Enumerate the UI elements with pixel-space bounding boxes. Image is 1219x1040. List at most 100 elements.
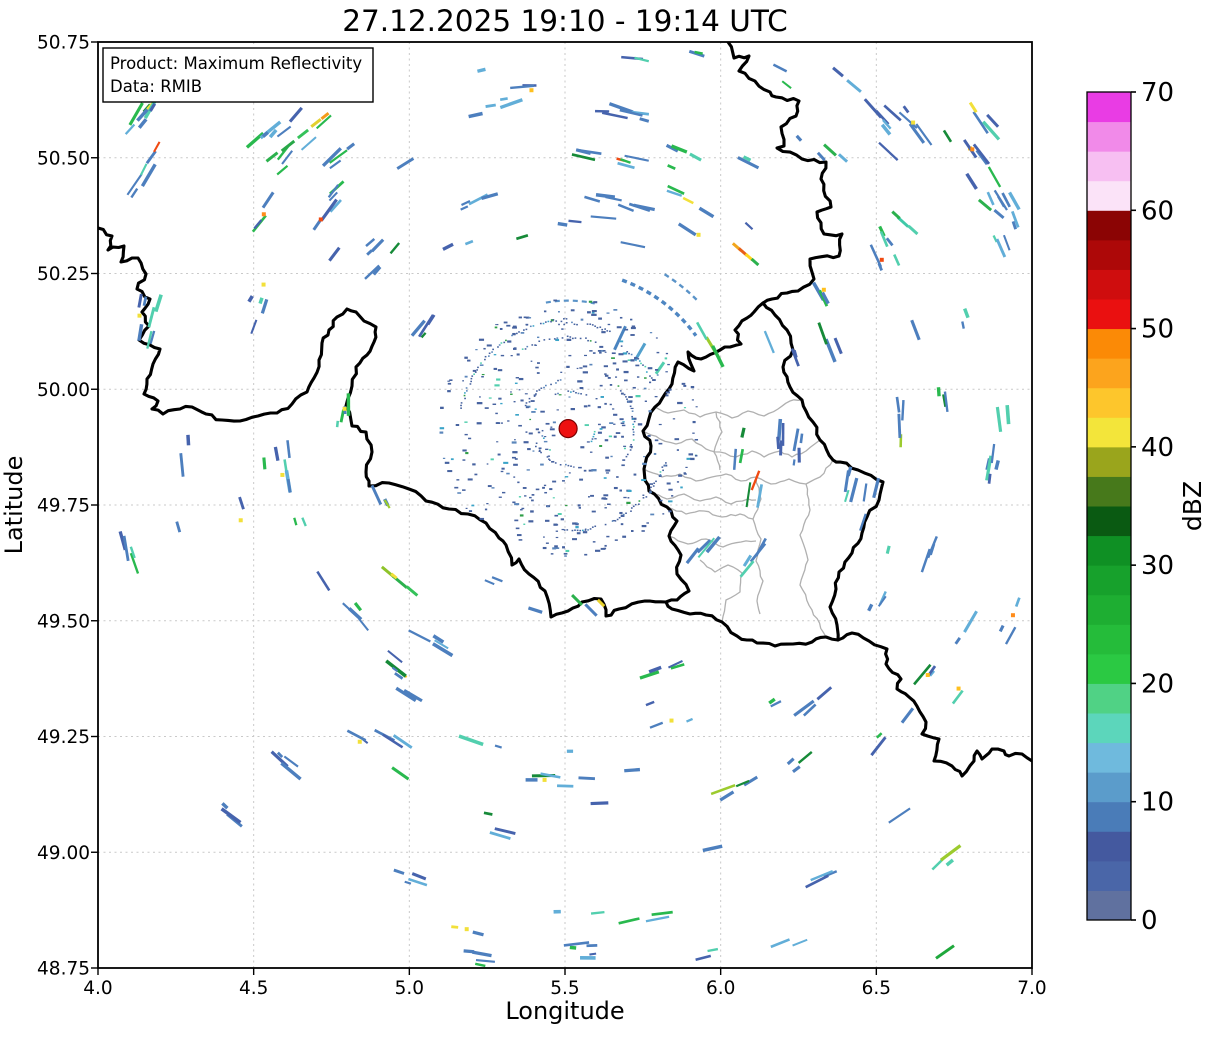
clutter-arc-dot — [554, 393, 557, 396]
clutter-dot — [654, 369, 659, 371]
echo-streak — [624, 767, 641, 773]
clutter-dot — [564, 476, 569, 478]
clutter-dot — [530, 360, 533, 362]
clutter-dot — [579, 367, 583, 369]
clutter-dot — [654, 395, 658, 398]
echo-streak — [740, 427, 746, 438]
clutter-dot — [516, 534, 522, 537]
clutter-dot — [515, 377, 520, 379]
clutter-dot — [513, 347, 517, 350]
colorbar-segment — [1087, 713, 1131, 744]
colorbar-segment — [1087, 417, 1131, 448]
clutter-dot — [605, 472, 610, 474]
clutter-dot — [647, 435, 651, 437]
clutter-dot — [565, 549, 570, 553]
echo-streak — [954, 637, 961, 645]
clutter-dot — [531, 494, 535, 496]
clutter-arc-dot — [601, 328, 604, 331]
echo-streak — [667, 164, 676, 170]
radar-site-marker — [558, 419, 578, 439]
echo-streak — [935, 944, 955, 960]
clutter-dot — [468, 510, 473, 512]
clutter-dot — [692, 420, 696, 424]
clutter-dot — [584, 424, 589, 427]
colorbar-tick-label: 60 — [1141, 196, 1174, 226]
echo-hot-pixel — [261, 282, 266, 287]
clutter-dot — [447, 382, 452, 385]
colorbar-segment — [1087, 299, 1131, 330]
clutter-dot — [542, 546, 547, 550]
clutter-dot — [484, 407, 489, 409]
clutter-arc-dot — [567, 464, 570, 467]
clutter-arc-dot — [542, 322, 545, 325]
clutter-dot — [531, 499, 534, 502]
clutter-dot — [465, 452, 469, 455]
echo-streak — [339, 409, 345, 423]
clutter-arc-dot — [497, 346, 499, 348]
clutter-dot — [537, 431, 541, 434]
echo-streak — [261, 131, 269, 138]
clutter-dot — [666, 482, 671, 485]
clutter-dot — [579, 478, 584, 481]
clutter-dot — [688, 453, 694, 456]
clutter-arc-dot — [532, 325, 535, 327]
clutter-arc-dot — [473, 373, 475, 375]
clutter-dot — [674, 438, 680, 441]
clutter-arc-dot — [645, 371, 648, 373]
clutter-dot — [656, 351, 660, 354]
clutter-dot — [514, 503, 520, 506]
clutter-dot — [626, 501, 631, 505]
clutter-dot — [518, 389, 521, 391]
clutter-arc-dot — [543, 339, 546, 341]
clutter-arc-dot — [632, 505, 635, 508]
clutter-dot — [572, 522, 577, 525]
clutter-arc-dot — [642, 497, 645, 499]
clutter-dot — [494, 384, 500, 387]
echo-streak — [494, 827, 516, 835]
clutter-dot — [604, 351, 607, 353]
clutter-dot — [630, 334, 635, 336]
echo-streak — [365, 237, 376, 248]
clutter-dot — [615, 376, 618, 378]
clutter-dot — [496, 378, 501, 381]
clutter-arc-dot — [469, 383, 472, 385]
clutter-dot — [589, 363, 593, 366]
clutter-arc-dot — [592, 435, 595, 438]
clutter-arc-dot — [511, 334, 513, 337]
echo-streak — [995, 406, 1003, 432]
clutter-dot — [628, 396, 633, 398]
clutter-dot — [582, 531, 588, 534]
clutter-arc-dot — [521, 348, 524, 350]
clutter-arc-dot — [529, 325, 532, 328]
echo-streak — [749, 542, 767, 563]
clutter-dot — [635, 395, 641, 398]
echo-streak — [986, 113, 1000, 128]
y-tick-label: 50.25 — [37, 264, 90, 285]
clutter-dot — [630, 326, 636, 330]
clutter-dot — [568, 396, 571, 398]
clutter-dot — [462, 459, 466, 461]
clutter-arc-dot — [593, 430, 596, 433]
clutter-arc-dot — [569, 336, 572, 338]
echo-streak — [139, 163, 148, 176]
clutter-arc-dot — [560, 320, 563, 323]
annotation-product-line: Product: Maximum Reflectivity — [110, 54, 362, 73]
clutter-dot — [540, 463, 544, 466]
clutter-dot — [442, 457, 446, 459]
clutter-dot — [563, 552, 568, 555]
echo-streak — [458, 734, 484, 747]
colorbar-segment — [1087, 476, 1131, 507]
echo-streak — [328, 246, 341, 262]
colorbar-segment — [1087, 387, 1131, 418]
clutter-arc-dot — [634, 503, 637, 506]
clutter-arc-dot — [565, 322, 568, 324]
clutter-dot — [529, 418, 532, 421]
y-tick-label: 49.00 — [37, 843, 90, 864]
echo-streak — [389, 242, 401, 255]
clutter-dot — [552, 547, 557, 550]
clutter-dot — [503, 461, 509, 464]
clutter-dot — [603, 477, 607, 479]
clutter-arc-dot — [566, 335, 569, 338]
clutter-dot — [653, 452, 657, 455]
clutter-arc-dot — [626, 453, 629, 456]
